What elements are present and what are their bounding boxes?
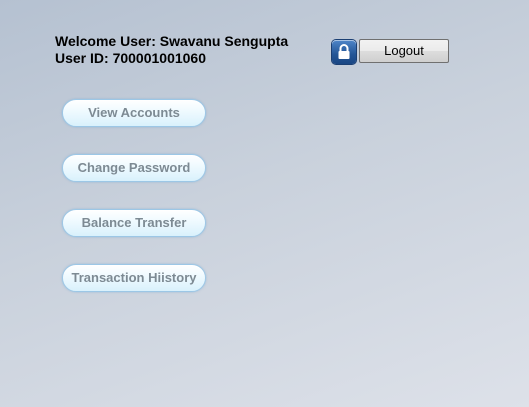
view-accounts-button[interactable]: View Accounts [62, 99, 206, 127]
welcome-user-text: Welcome User: Swavanu Sengupta [55, 33, 289, 49]
user-id-text: User ID: 700001001060 [55, 50, 207, 66]
balance-transfer-button[interactable]: Balance Transfer [62, 209, 206, 237]
logout-button[interactable]: Logout [359, 39, 449, 63]
change-password-button[interactable]: Change Password [62, 154, 206, 182]
lock-glyph [338, 44, 350, 59]
welcome-block: Welcome User: Swavanu Sengupta User ID: … [55, 33, 288, 67]
lock-icon[interactable] [332, 40, 356, 64]
transaction-history-button[interactable]: Transaction Hiistory [62, 264, 206, 292]
